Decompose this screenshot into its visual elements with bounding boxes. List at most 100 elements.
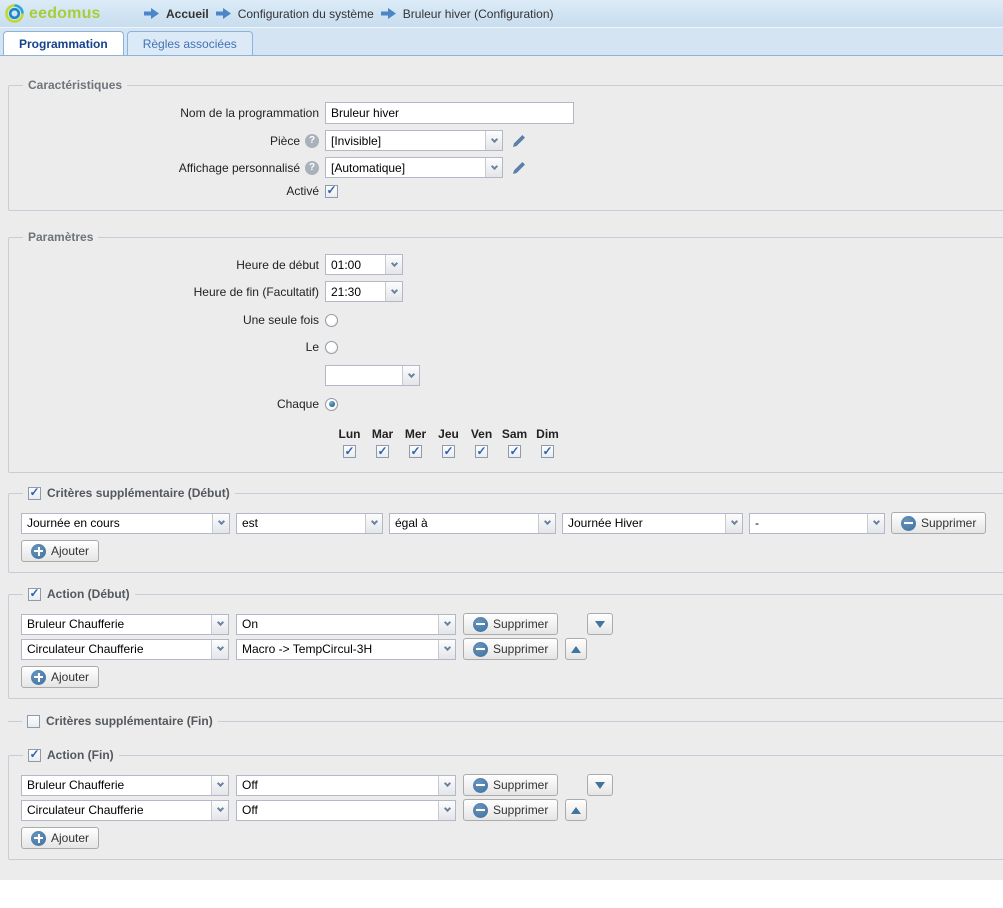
action-value-select[interactable]: Off — [236, 800, 456, 821]
move-down-button[interactable] — [587, 774, 613, 796]
day-checkbox-ven[interactable] — [475, 445, 488, 458]
criteria-end-checkbox[interactable] — [27, 715, 40, 728]
add-action-button[interactable]: Ajouter — [21, 666, 99, 688]
edit-room-button[interactable] — [511, 133, 527, 149]
dropdown-trigger-icon — [385, 282, 402, 301]
dropdown-trigger-icon — [402, 366, 419, 385]
every-radio[interactable] — [325, 398, 338, 411]
breadcrumb-accueil[interactable]: Accueil — [166, 7, 209, 21]
arrow-up-icon — [571, 646, 581, 653]
parameters-section: Paramètres Heure de début 01:00 Heure de… — [8, 230, 1003, 473]
criteria-row: Journée en cours est égal à Journée Hive… — [21, 512, 1003, 534]
app-header: eedomus Accueil Configuration du système… — [0, 0, 1003, 27]
breadcrumb-arrow-icon — [216, 8, 231, 19]
action-device-select[interactable]: Bruleur Chaufferie — [21, 775, 229, 796]
once-radio[interactable] — [325, 314, 338, 327]
action-start-checkbox[interactable] — [28, 588, 41, 601]
criteria-verb-select[interactable]: est — [236, 513, 383, 534]
criteria-extra-select[interactable]: - — [749, 513, 885, 534]
program-name-input[interactable] — [325, 102, 574, 124]
arrow-up-icon — [571, 807, 581, 814]
day-checkbox-mar[interactable] — [376, 445, 389, 458]
delete-action-button[interactable]: Supprimer — [463, 613, 558, 635]
start-time-combo[interactable]: 01:00 — [325, 254, 403, 275]
program-name-label: Nom de la programmation — [21, 106, 319, 120]
enabled-checkbox[interactable] — [325, 185, 338, 198]
day-checkbox-jeu[interactable] — [442, 445, 455, 458]
dropdown-trigger-icon — [485, 158, 502, 177]
criteria-value-select[interactable]: Journée Hiver — [562, 513, 743, 534]
weekday-selector: Lun Mar Mer Jeu — [333, 427, 564, 458]
on-date-radio[interactable] — [325, 341, 338, 354]
criteria-start-checkbox[interactable] — [28, 487, 41, 500]
action-row: Bruleur Chaufferie Off Supprimer — [21, 774, 1003, 796]
action-start-legend: Action (Début) — [47, 587, 130, 601]
weekday-sam: Sam — [498, 427, 531, 458]
delete-action-button[interactable]: Supprimer — [463, 638, 558, 660]
main-content: Caractéristiques Nom de la programmation… — [0, 56, 1003, 880]
action-device-select[interactable]: Circulateur Chaufferie — [21, 800, 229, 821]
weekday-jeu: Jeu — [432, 427, 465, 458]
dropdown-trigger-icon — [538, 514, 555, 533]
action-end-checkbox[interactable] — [28, 749, 41, 762]
room-label: Pièce ? — [21, 134, 319, 148]
action-value-select[interactable]: Off — [236, 775, 456, 796]
custom-display-select[interactable]: [Automatique] — [325, 157, 503, 178]
edit-display-button[interactable] — [511, 160, 527, 176]
date-select[interactable] — [325, 365, 420, 386]
minus-circle-icon — [901, 516, 916, 531]
delete-action-button[interactable]: Supprimer — [463, 774, 558, 796]
weekday-ven: Ven — [465, 427, 498, 458]
criteria-end-legend: Critères supplémentaire (Fin) — [46, 714, 213, 728]
add-criteria-button[interactable]: Ajouter — [21, 540, 99, 562]
dropdown-trigger-icon — [365, 514, 382, 533]
weekday-mer: Mer — [399, 427, 432, 458]
end-time-combo[interactable]: 21:30 — [325, 281, 403, 302]
move-down-button[interactable] — [587, 613, 613, 635]
plus-circle-icon — [31, 831, 46, 846]
characteristics-section: Caractéristiques Nom de la programmation… — [8, 78, 1003, 211]
dropdown-trigger-icon — [212, 514, 229, 533]
room-select[interactable]: [Invisible] — [325, 130, 503, 151]
day-checkbox-dim[interactable] — [541, 445, 554, 458]
plus-circle-icon — [31, 670, 46, 685]
criteria-start-section: Critères supplémentaire (Début) Journée … — [8, 486, 1003, 573]
criteria-source-select[interactable]: Journée en cours — [21, 513, 230, 534]
delete-action-button[interactable]: Supprimer — [463, 799, 558, 821]
day-checkbox-mer[interactable] — [409, 445, 422, 458]
weekday-mar: Mar — [366, 427, 399, 458]
breadcrumb: Accueil Configuration du système Bruleur… — [144, 7, 554, 21]
tab-bar: Programmation Règles associées — [0, 27, 1003, 56]
every-label: Chaque — [21, 397, 319, 411]
once-label: Une seule fois — [21, 313, 319, 327]
minus-circle-icon — [473, 642, 488, 657]
eedomus-logo-icon — [5, 4, 24, 23]
arrow-down-icon — [595, 782, 605, 789]
action-device-select[interactable]: Bruleur Chaufferie — [21, 614, 229, 635]
day-checkbox-lun[interactable] — [343, 445, 356, 458]
tab-regles-associees[interactable]: Règles associées — [127, 31, 253, 55]
action-value-select[interactable]: Macro -> TempCircul-3H — [236, 639, 456, 660]
delete-criteria-button[interactable]: Supprimer — [891, 512, 986, 534]
action-value-select[interactable]: On — [236, 614, 456, 635]
minus-circle-icon — [473, 617, 488, 632]
breadcrumb-configuration[interactable]: Configuration du système — [238, 7, 374, 21]
dropdown-trigger-icon — [485, 131, 502, 150]
criteria-comparator-select[interactable]: égal à — [389, 513, 556, 534]
minus-circle-icon — [473, 803, 488, 818]
move-up-button[interactable] — [565, 799, 587, 821]
start-time-label: Heure de début — [21, 258, 319, 272]
move-up-button[interactable] — [565, 638, 587, 660]
characteristics-legend: Caractéristiques — [23, 78, 127, 92]
tab-programmation[interactable]: Programmation — [3, 31, 124, 55]
help-icon[interactable]: ? — [305, 134, 319, 148]
dropdown-trigger-icon — [438, 615, 455, 634]
add-action-button[interactable]: Ajouter — [21, 827, 99, 849]
action-row: Circulateur Chaufferie Macro -> TempCirc… — [21, 638, 1003, 660]
help-icon[interactable]: ? — [305, 161, 319, 175]
action-end-legend: Action (Fin) — [47, 748, 114, 762]
day-checkbox-sam[interactable] — [508, 445, 521, 458]
eedomus-logo[interactable]: eedomus — [5, 4, 130, 23]
action-device-select[interactable]: Circulateur Chaufferie — [21, 639, 229, 660]
custom-display-label: Affichage personnalisé ? — [21, 161, 319, 175]
